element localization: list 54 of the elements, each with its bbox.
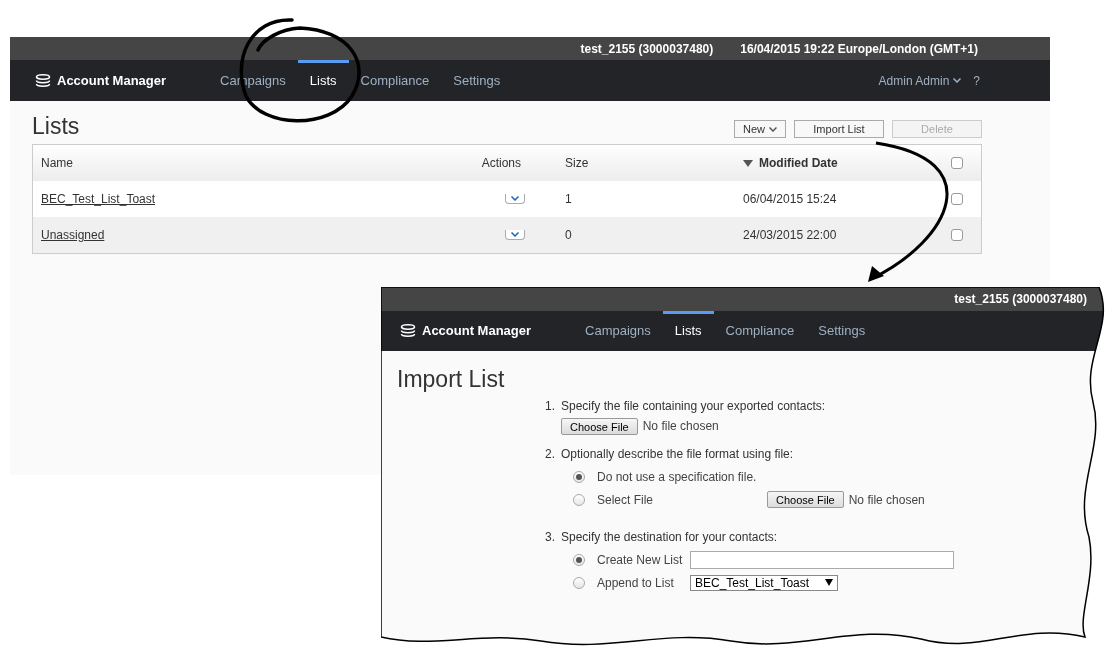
dropdown-button[interactable]: New	[734, 120, 786, 138]
caret-icon	[769, 126, 777, 132]
database-icon	[400, 324, 416, 338]
list-link[interactable]: Unassigned	[41, 226, 453, 244]
database-icon	[35, 73, 51, 88]
account-label: test_2155 (3000037480)	[580, 40, 714, 58]
dropdown-arrow-icon	[825, 579, 833, 586]
step-number: 1.	[545, 398, 556, 415]
app-name: Account Manager	[422, 322, 532, 341]
actions-button[interactable]	[505, 194, 525, 204]
choose-file-button[interactable]: Choose File	[767, 491, 844, 508]
account-label: test_2155 (3000037480)	[954, 291, 1087, 308]
column-header[interactable]: Size	[543, 154, 743, 172]
checkbox[interactable]	[951, 157, 963, 169]
actions-button[interactable]	[505, 230, 525, 240]
nav-tab[interactable]: Compliance	[348, 60, 442, 101]
nav-tab[interactable]: Campaigns	[208, 60, 298, 101]
caret-icon	[511, 196, 519, 201]
table-cell-text: 24/03/2015 22:00	[743, 227, 838, 244]
step-text: Specify the destination for your contacts:	[561, 529, 779, 546]
column-header[interactable]: Actions	[453, 154, 543, 172]
step-number: 3.	[545, 529, 556, 546]
nav-tab[interactable]: Lists	[297, 60, 349, 101]
checkbox[interactable]	[951, 229, 963, 241]
user-menu[interactable]: Admin Admin	[878, 71, 962, 90]
table-cell-text: 1	[564, 191, 573, 208]
column-header[interactable]: Name	[41, 154, 453, 172]
caret-icon	[953, 78, 962, 83]
app-name: Account Manager	[57, 71, 167, 90]
help-link[interactable]: ?	[973, 71, 980, 90]
caret-icon	[511, 232, 519, 237]
step-number: 2.	[545, 446, 556, 463]
option-label: Append to List	[597, 574, 675, 592]
table-cell-text: 0	[564, 227, 573, 244]
list-link[interactable]: BEC_Test_List_Toast	[41, 190, 453, 208]
import-button[interactable]: Import List	[794, 120, 884, 138]
nav-tab[interactable]: Compliance	[713, 311, 807, 351]
page-title: Import List	[397, 368, 506, 391]
nav-tab[interactable]: Campaigns	[573, 311, 663, 351]
nav-tab[interactable]: Settings	[441, 60, 513, 101]
option-label: Select File	[597, 491, 655, 509]
checkbox[interactable]	[951, 193, 963, 205]
option-label: Do not use a specification file.	[597, 468, 757, 486]
nav-tab[interactable]: Settings	[806, 311, 878, 351]
file-status: No file chosen	[642, 418, 719, 435]
table-cell-text: 06/04/2015 15:24	[743, 191, 838, 208]
nav-tab[interactable]: Lists	[662, 311, 714, 351]
column-header[interactable]: Modified Date	[759, 154, 838, 172]
step-text: Optionally describe the file format using file:	[561, 446, 795, 463]
option-label: Create New List	[597, 551, 684, 569]
file-status: No file chosen	[848, 491, 925, 509]
step-text: Specify the file containing your exported contacts:	[561, 398, 826, 415]
date-time: 16/04/2015 19:22 Europe/London (GMT+1)	[740, 40, 978, 58]
page-title: Lists	[32, 115, 80, 138]
